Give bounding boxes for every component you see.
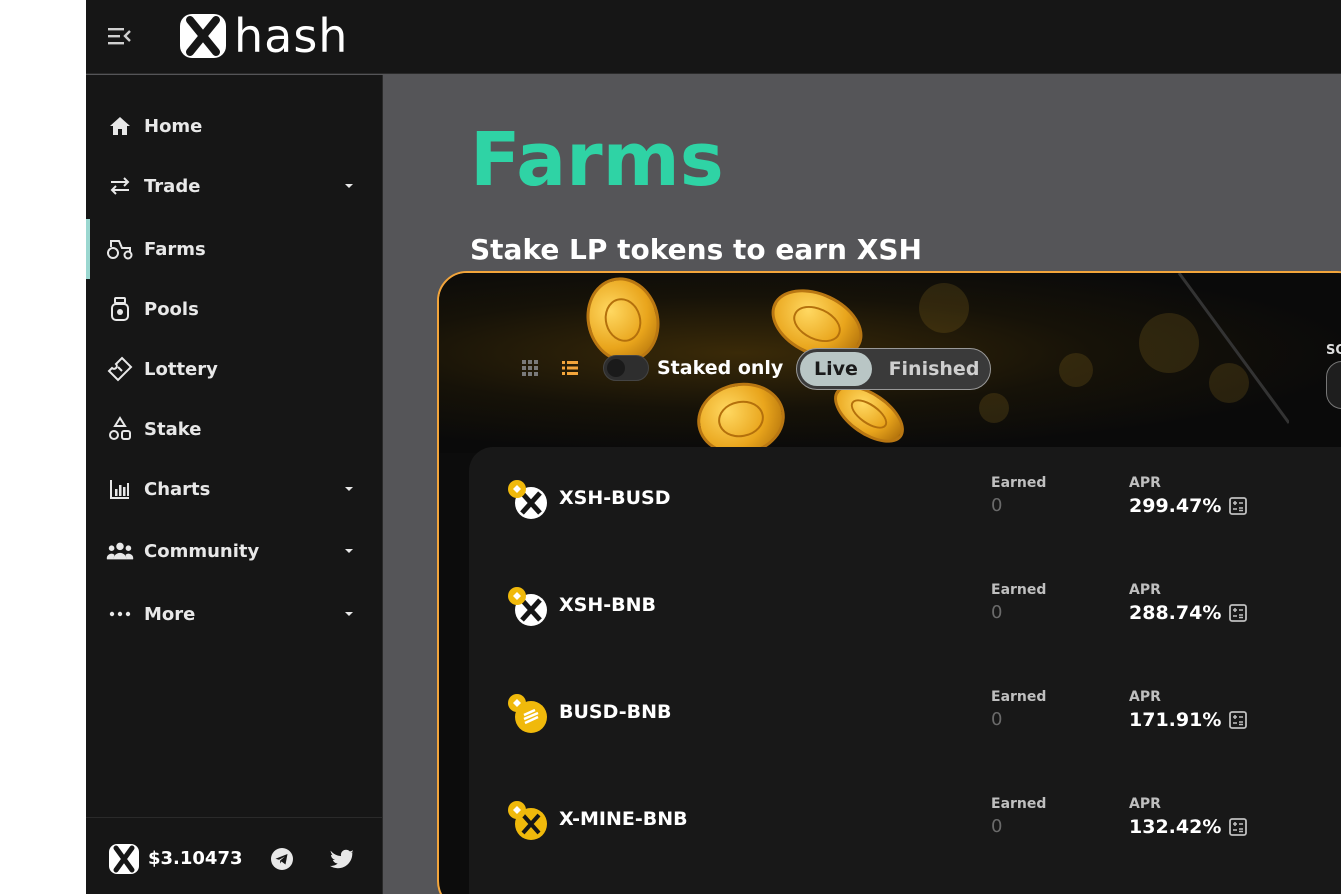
sidebar-item-farms[interactable]: Farms [86, 219, 382, 279]
token-price: $3.10473 [148, 848, 243, 869]
apr-value-group: 288.74% [1129, 602, 1248, 624]
earned-label: Earned [991, 475, 1047, 491]
farm-pair-name: BUSD-BNB [559, 701, 672, 723]
twitter-icon[interactable] [330, 848, 354, 870]
app-window: hash Home Trade Farms Pools Lottery Stak… [86, 0, 1341, 894]
calculator-icon[interactable] [1229, 711, 1248, 729]
farms-table: XSH-BUSD Earned 0 APR 299.47% XSH-BNB Ea… [469, 447, 1341, 894]
people-icon [106, 537, 134, 565]
filter-bar: Staked only Live Finished SO [439, 343, 1341, 409]
earned-value: 0 [991, 602, 1003, 623]
chevron-down-icon [345, 549, 353, 553]
farms-card: Staked only Live Finished SO XSH-BUSD Ea… [437, 271, 1341, 894]
x-mine-bnb-pair-icon [508, 801, 547, 840]
busd-bnb-pair-icon [508, 694, 547, 733]
table-row[interactable]: BUSD-BNB Earned 0 APR 171.91% [469, 661, 1341, 768]
home-icon [106, 112, 134, 140]
sidebar-item-home[interactable]: Home [86, 96, 382, 156]
sidebar-item-label: Community [144, 540, 260, 562]
sidebar-footer: $3.10473 [86, 817, 382, 894]
sidebar-item-label: Lottery [144, 358, 218, 380]
brand-logo[interactable]: hash [178, 11, 348, 61]
sidebar-item-community[interactable]: Community [86, 521, 382, 581]
pool-jar-icon [106, 295, 134, 323]
table-row[interactable]: XSH-BNB Earned 0 APR 288.74% [469, 554, 1341, 661]
ticket-icon [106, 355, 134, 383]
sidebar-item-pools[interactable]: Pools [86, 279, 382, 339]
sidebar-item-label: Pools [144, 298, 199, 320]
apr-value-group: 132.42% [1129, 816, 1248, 838]
sidebar-item-more[interactable]: More [86, 584, 382, 644]
apr-label: APR [1129, 689, 1161, 705]
earned-label: Earned [991, 796, 1047, 812]
farm-pair-name: XSH-BNB [559, 594, 656, 616]
tractor-icon [106, 235, 134, 263]
sidebar-item-label: Farms [144, 238, 206, 260]
apr-value-group: 171.91% [1129, 709, 1248, 731]
grid-view-icon[interactable] [521, 359, 539, 377]
earned-label: Earned [991, 689, 1047, 705]
earned-value: 0 [991, 495, 1003, 516]
earned-value: 0 [991, 816, 1003, 837]
calculator-icon[interactable] [1229, 604, 1248, 622]
sidebar-item-label: Stake [144, 418, 202, 440]
xhash-logo-icon [180, 14, 226, 58]
calculator-icon[interactable] [1229, 818, 1248, 836]
page-subtitle: Stake LP tokens to earn XSH [470, 233, 922, 266]
sidebar-item-charts[interactable]: Charts [86, 459, 382, 519]
apr-value-group: 299.47% [1129, 495, 1248, 517]
apr-value: 132.42% [1129, 816, 1222, 838]
xsh-bnb-pair-icon [508, 587, 547, 626]
top-bar: hash [86, 0, 1341, 74]
sidebar-item-label: More [144, 603, 196, 625]
apr-value: 299.47% [1129, 495, 1222, 517]
swap-arrows-icon [106, 172, 134, 200]
more-dots-icon [106, 600, 134, 628]
apr-value: 288.74% [1129, 602, 1222, 624]
apr-label: APR [1129, 475, 1161, 491]
sidebar-item-label: Home [144, 115, 203, 137]
menu-collapse-icon[interactable] [106, 24, 132, 48]
staked-only-toggle[interactable] [603, 355, 649, 381]
telegram-icon[interactable] [270, 847, 294, 871]
xhash-token-icon [109, 844, 139, 874]
shapes-icon [106, 415, 134, 443]
farm-pair-name: XSH-BUSD [559, 487, 671, 509]
sidebar-item-trade[interactable]: Trade [86, 156, 382, 216]
xsh-busd-pair-icon [508, 480, 547, 519]
table-row[interactable]: X-MINE-BNB Earned 0 APR 132.42% [469, 768, 1341, 875]
apr-label: APR [1129, 582, 1161, 598]
sidebar-item-stake[interactable]: Stake [86, 399, 382, 459]
sort-select[interactable] [1326, 361, 1341, 409]
table-row[interactable]: XSH-BUSD Earned 0 APR 299.47% [469, 447, 1341, 554]
brand-name: hash [234, 9, 349, 63]
tab-finished[interactable]: Finished [881, 352, 987, 386]
sidebar: Home Trade Farms Pools Lottery Stake Cha… [86, 75, 383, 894]
apr-label: APR [1129, 796, 1161, 812]
main-content: Farms Stake LP tokens to earn XSH Staked… [384, 75, 1341, 894]
bar-chart-icon [106, 475, 134, 503]
tab-live[interactable]: Live [800, 352, 872, 386]
chevron-down-icon [345, 184, 353, 188]
chevron-down-icon [345, 487, 353, 491]
apr-value: 171.91% [1129, 709, 1222, 731]
sort-label: SO [1326, 343, 1341, 358]
live-finished-switch: Live Finished [796, 348, 991, 390]
page-title: Farms [470, 117, 724, 203]
chevron-down-icon [345, 612, 353, 616]
sidebar-item-lottery[interactable]: Lottery [86, 339, 382, 399]
calculator-icon[interactable] [1229, 497, 1248, 515]
staked-only-label: Staked only [657, 357, 784, 379]
list-view-icon[interactable] [561, 359, 579, 377]
sidebar-item-label: Trade [144, 175, 201, 197]
earned-value: 0 [991, 709, 1003, 730]
farm-pair-name: X-MINE-BNB [559, 808, 688, 830]
sidebar-item-label: Charts [144, 478, 211, 500]
earned-label: Earned [991, 582, 1047, 598]
